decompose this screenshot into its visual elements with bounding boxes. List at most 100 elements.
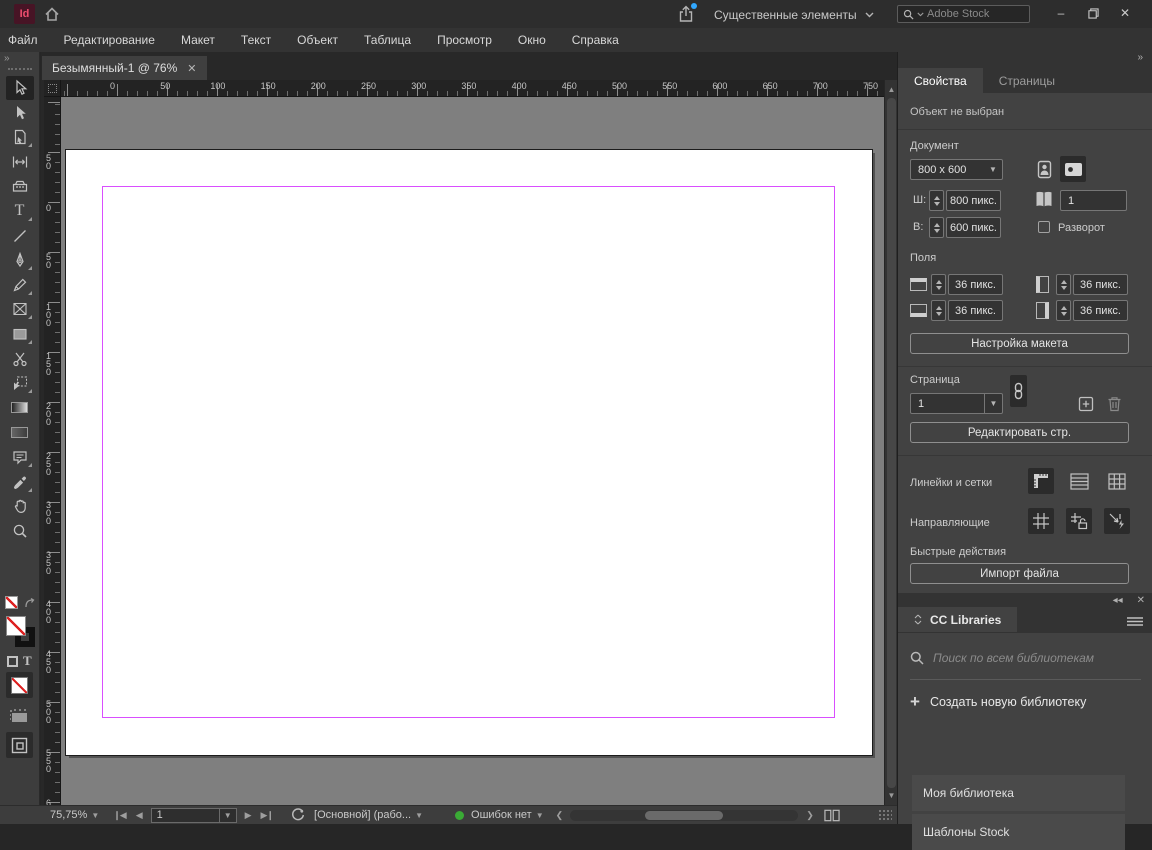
preflight-status-chevron-icon[interactable]: ▼	[536, 811, 544, 820]
screen-mode-icon[interactable]	[8, 706, 32, 726]
formatting-text-icon[interactable]: T	[23, 653, 32, 669]
scroll-left-icon[interactable]: ❮	[556, 810, 563, 821]
vertical-scrollbar-thumb[interactable]	[887, 98, 896, 788]
create-library-button[interactable]: + Создать новую библиотеку	[910, 693, 1086, 710]
menu-9[interactable]: Справка	[559, 28, 632, 52]
document-grid-button[interactable]	[1104, 468, 1130, 494]
menu-4[interactable]: Текст	[228, 28, 284, 52]
hand-tool[interactable]	[6, 494, 34, 518]
height-field[interactable]: 600 пикс.	[946, 217, 1001, 238]
menu-5[interactable]: Объект	[284, 28, 351, 52]
width-field[interactable]: 800 пикс.	[946, 190, 1001, 211]
panel-grip[interactable]	[7, 68, 32, 70]
baseline-grid-button[interactable]	[1066, 468, 1092, 494]
close-window-button[interactable]: ✕	[1108, 0, 1142, 26]
share-icon[interactable]	[676, 3, 697, 24]
preflight-profile[interactable]: [Основной] (рабо...	[314, 809, 411, 821]
margin-right-stepper[interactable]	[1056, 300, 1071, 321]
preflight-profile-chevron-icon[interactable]: ▼	[415, 811, 423, 820]
note-tool[interactable]	[6, 445, 34, 469]
width-stepper[interactable]	[929, 190, 944, 211]
previous-page-button[interactable]: ◀	[136, 810, 143, 821]
split-view-icon[interactable]	[824, 809, 840, 822]
type-tool[interactable]: T	[6, 199, 34, 223]
page-tool[interactable]	[6, 125, 34, 149]
margin-right-field[interactable]: 36 пикс.	[1073, 300, 1128, 321]
zoom-level-value[interactable]: 75,75%	[50, 809, 87, 821]
panel-collapse-left-icon[interactable]: ◂◂	[1113, 595, 1123, 606]
workspace-switcher[interactable]: Существенные элементы	[714, 6, 874, 23]
first-page-button[interactable]: ❙◀	[113, 810, 127, 821]
orientation-portrait-button[interactable]	[1031, 156, 1057, 182]
smart-guides-button[interactable]	[1104, 508, 1130, 534]
vertical-ruler[interactable]: 5 0 0 5 0 1 0 0 1 5 0 2 0 0 2 5 0 3 0 0 3 5 0 4 0…	[44, 97, 61, 805]
panel-close-icon[interactable]: ✕	[1137, 595, 1145, 606]
library-item[interactable]: Шаблоны Stock	[912, 814, 1125, 850]
lock-guides-button[interactable]	[1066, 508, 1092, 534]
page-number-field[interactable]: 1 ▼	[150, 807, 237, 823]
tab-properties[interactable]: Свойства	[898, 68, 983, 93]
orientation-landscape-button[interactable]	[1060, 156, 1086, 182]
line-tool[interactable]	[6, 224, 34, 248]
panel-menu-icon[interactable]	[1127, 617, 1143, 626]
stock-search-input[interactable]: Adobe Stock	[897, 5, 1030, 23]
horizontal-ruler[interactable]: 0 50 100 150 200 250 300 350 400 450 500 550 600 650 7…	[61, 80, 884, 97]
next-page-button[interactable]: ▶	[245, 810, 252, 821]
close-tab-icon[interactable]: ✕	[187, 62, 196, 75]
home-icon[interactable]	[43, 5, 61, 23]
ruler-origin-box[interactable]	[44, 80, 61, 97]
last-page-button[interactable]: ▶❙	[261, 810, 275, 821]
show-rulers-button[interactable]	[1028, 468, 1054, 494]
height-stepper[interactable]	[929, 217, 944, 238]
preflight-status[interactable]: Ошибок нет	[471, 809, 532, 821]
current-page-select[interactable]: 1 ▼	[910, 393, 1003, 414]
import-file-button[interactable]: Импорт файла	[910, 563, 1129, 584]
scissors-tool[interactable]	[6, 347, 34, 371]
tab-pages[interactable]: Страницы	[983, 68, 1071, 93]
pencil-tool[interactable]	[6, 273, 34, 297]
document-tab[interactable]: Безымянный-1 @ 76% ✕	[42, 56, 207, 80]
preview-mode-button[interactable]	[6, 732, 33, 758]
resize-grip[interactable]	[877, 809, 892, 821]
horizontal-scrollbar-thumb[interactable]	[645, 810, 724, 820]
panel-expand-icon[interactable]: »	[0, 52, 39, 66]
fill-swatch[interactable]	[6, 616, 26, 636]
margin-left-field[interactable]: 36 пикс.	[1073, 274, 1128, 295]
adjust-layout-button[interactable]: Настройка макета	[910, 333, 1129, 354]
tab-cc-libraries[interactable]: CC Libraries	[898, 607, 1018, 632]
document-preset-select[interactable]: 800 x 600 ▼	[910, 159, 1003, 180]
page-dropdown-chevron-icon[interactable]: ▼	[218, 808, 236, 822]
margin-bottom-field[interactable]: 36 пикс.	[948, 300, 1003, 321]
menu-6[interactable]: Таблица	[351, 28, 424, 52]
link-margins-icon[interactable]	[1010, 375, 1027, 407]
default-fill-stroke-icon[interactable]	[5, 596, 22, 613]
library-item[interactable]: Моя библиотека	[912, 775, 1125, 811]
free-transform-tool[interactable]	[6, 371, 34, 395]
minimize-button[interactable]: –	[1044, 0, 1078, 26]
formatting-container-icon[interactable]	[7, 655, 18, 667]
margin-top-field[interactable]: 36 пикс.	[948, 274, 1003, 295]
frame-tool[interactable]	[6, 297, 34, 321]
selection-tool[interactable]	[5, 76, 34, 100]
zoom-chevron-icon[interactable]: ▼	[91, 811, 99, 820]
vertical-scrollbar[interactable]: ▲ ▼	[884, 80, 897, 805]
swap-fill-stroke-icon[interactable]	[23, 597, 36, 610]
menu-1[interactable]: Файл	[8, 28, 51, 52]
margin-left-stepper[interactable]	[1056, 274, 1071, 295]
page-count-field[interactable]: 1	[1060, 190, 1127, 211]
scroll-right-icon[interactable]: ❯	[806, 810, 813, 821]
menu-3[interactable]: Макет	[168, 28, 228, 52]
show-guides-button[interactable]	[1028, 508, 1054, 534]
document-page[interactable]	[66, 150, 872, 755]
rectangle-tool[interactable]	[6, 322, 34, 346]
pen-tool[interactable]	[6, 248, 34, 272]
add-page-icon[interactable]	[1078, 396, 1094, 412]
apply-none-button[interactable]	[6, 672, 33, 698]
restore-button[interactable]	[1076, 0, 1110, 26]
menu-8[interactable]: Окно	[505, 28, 559, 52]
gradient-tool[interactable]	[6, 396, 34, 420]
cc-search-input[interactable]: Поиск по всем библиотекам	[910, 651, 1141, 680]
panel-collapse-icon[interactable]: »	[898, 52, 1152, 68]
zoom-tool[interactable]	[6, 519, 34, 543]
menu-7[interactable]: Просмотр	[424, 28, 505, 52]
